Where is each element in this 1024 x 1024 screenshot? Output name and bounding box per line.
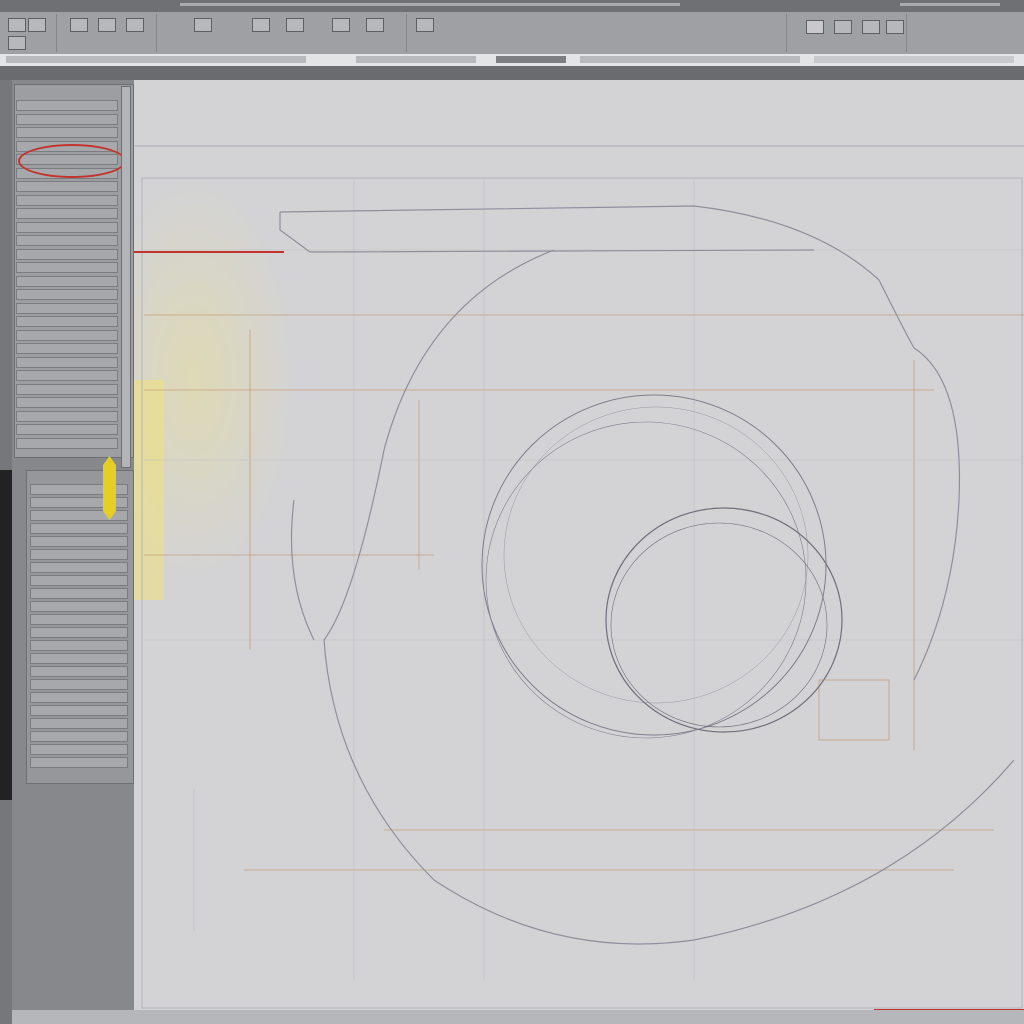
panel-row[interactable] [30, 614, 128, 625]
title-bar [0, 0, 1024, 12]
ribbon-group-edit [56, 14, 157, 52]
panel-row[interactable] [30, 536, 128, 547]
ribbon-group-modify [406, 14, 787, 52]
drawing-svg [134, 145, 1024, 1010]
flag-icon[interactable] [806, 20, 824, 34]
panel-row[interactable] [30, 705, 128, 716]
panel-row[interactable] [16, 208, 118, 219]
settings-icon[interactable] [886, 20, 904, 34]
panel-row[interactable] [16, 329, 118, 341]
arc-tool-icon[interactable] [252, 18, 270, 32]
status-bar [12, 1010, 1024, 1024]
panel-scrollbar[interactable] [121, 86, 131, 468]
panel-row[interactable] [16, 343, 118, 354]
panel-row[interactable] [16, 410, 118, 422]
ribbon-group-help [906, 14, 1024, 52]
panel-row[interactable] [16, 289, 118, 300]
panel-row[interactable] [30, 562, 128, 573]
select-icon[interactable] [70, 18, 88, 32]
panel-row[interactable] [16, 262, 118, 273]
highlight-marker [103, 456, 116, 520]
highlight-glow-soft [134, 180, 294, 580]
drawing-canvas[interactable] [134, 80, 1024, 1010]
panel-row[interactable] [16, 302, 118, 314]
panel-row[interactable] [30, 523, 128, 534]
panel-row[interactable] [16, 100, 118, 111]
options-field-2[interactable] [356, 56, 476, 63]
panel-row[interactable] [30, 692, 128, 703]
window-controls[interactable] [900, 3, 1000, 6]
panel-row[interactable] [16, 127, 118, 138]
panel-row[interactable] [30, 575, 128, 586]
line-tool-icon[interactable] [194, 18, 212, 32]
menu-bar [0, 66, 1024, 80]
panel-row[interactable] [16, 383, 118, 395]
options-field-1[interactable] [6, 56, 306, 63]
panel-row[interactable] [16, 424, 118, 435]
bore-circle [605, 507, 843, 733]
panel-row[interactable] [16, 316, 118, 327]
ribbon-group-file [0, 14, 57, 52]
panel-row[interactable] [16, 370, 118, 381]
pan-icon[interactable] [98, 18, 116, 32]
export-icon[interactable] [862, 20, 880, 34]
zoom-icon[interactable] [126, 18, 144, 32]
file-icon[interactable] [8, 18, 26, 32]
title-text-placeholder [180, 3, 680, 6]
panel-row[interactable] [16, 248, 118, 260]
panel-row[interactable] [30, 588, 128, 599]
panel-row[interactable] [16, 437, 118, 449]
panel-row[interactable] [30, 757, 128, 768]
print-icon[interactable] [834, 20, 852, 34]
options-field-4[interactable] [814, 56, 1014, 63]
panel-row[interactable] [30, 653, 128, 664]
view-icon[interactable] [416, 18, 434, 32]
layer-icon[interactable] [366, 18, 384, 32]
options-field-active[interactable] [496, 56, 566, 63]
ribbon-group-draw [156, 14, 407, 52]
panel-row[interactable] [30, 679, 128, 690]
panel-row[interactable] [30, 744, 128, 755]
section-outline [279, 205, 1015, 945]
panel-row[interactable] [30, 731, 128, 742]
inner-ring [481, 394, 827, 739]
open-icon[interactable] [8, 36, 26, 50]
panel-row[interactable] [16, 194, 118, 206]
options-field-3[interactable] [580, 56, 800, 63]
dimension-icon[interactable] [332, 18, 350, 32]
panel-row[interactable] [16, 181, 118, 192]
panel-row[interactable] [16, 397, 118, 408]
panel-row[interactable] [30, 640, 128, 651]
panel-row[interactable] [16, 221, 118, 233]
panel-row[interactable] [30, 718, 128, 729]
panel-row[interactable] [30, 601, 128, 612]
panel-row[interactable] [30, 666, 128, 677]
panel-row[interactable] [16, 356, 118, 368]
panel-row[interactable] [30, 549, 128, 560]
save-icon[interactable] [28, 18, 46, 32]
panel-row[interactable] [16, 235, 118, 246]
annotation-ellipse [18, 144, 126, 178]
panel-row[interactable] [16, 113, 118, 125]
ribbon-group-view [786, 14, 907, 52]
side-rail-dark [0, 470, 12, 800]
circle-tool-icon[interactable] [286, 18, 304, 32]
panel-row[interactable] [30, 627, 128, 638]
panel-row[interactable] [16, 275, 118, 287]
ribbon [0, 12, 1024, 55]
